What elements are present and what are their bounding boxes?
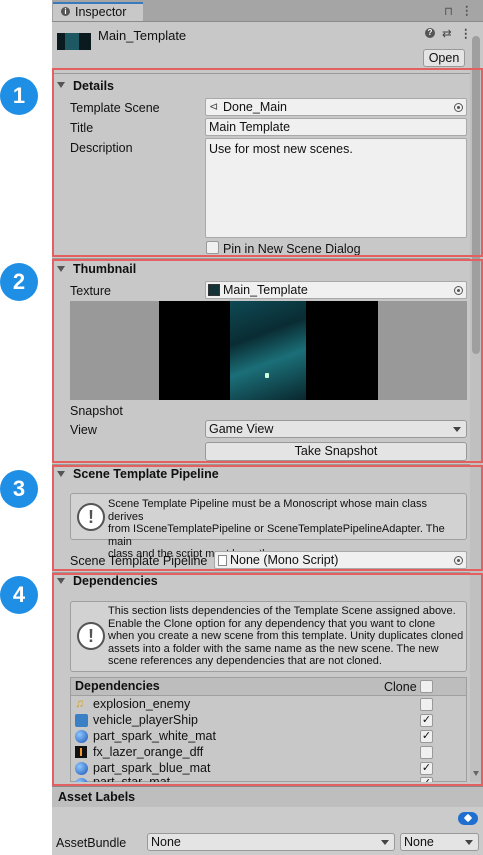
callout-badge-1: 1 [0, 77, 38, 115]
lock-icon[interactable]: ⊓ [444, 4, 453, 18]
callout-box-thumbnail [52, 259, 483, 463]
asset-name: Main_Template [98, 28, 187, 43]
help-icon[interactable]: ? [425, 28, 435, 38]
asset-thumbnail [57, 33, 91, 50]
callout-badge-4: 4 [0, 576, 38, 614]
variant-value: None [404, 835, 434, 849]
callout-badge-2: 2 [0, 263, 38, 301]
assetbundle-value: None [151, 835, 181, 849]
presets-icon[interactable]: ⇄ [442, 26, 452, 40]
tab-menu-icon[interactable]: ⋮ [461, 3, 473, 17]
assetbundle-dropdown[interactable]: None [147, 833, 395, 851]
info-icon: i [61, 7, 70, 16]
tab-label: Inspector [75, 5, 127, 19]
callout-box-pipeline [52, 465, 483, 571]
chevron-down-icon [465, 840, 473, 845]
label-tag-icon[interactable] [458, 812, 478, 825]
context-menu-icon[interactable]: ⋮ [460, 26, 472, 40]
callout-box-dependencies [52, 573, 483, 786]
variant-dropdown[interactable]: None [400, 833, 479, 851]
asset-labels-title: Asset Labels [58, 790, 136, 804]
open-button[interactable]: Open [423, 49, 465, 67]
assetbundle-label: AssetBundle [56, 836, 127, 850]
callout-badge-3: 3 [0, 470, 38, 508]
callout-box-details [52, 68, 483, 257]
chevron-down-icon [381, 840, 389, 845]
